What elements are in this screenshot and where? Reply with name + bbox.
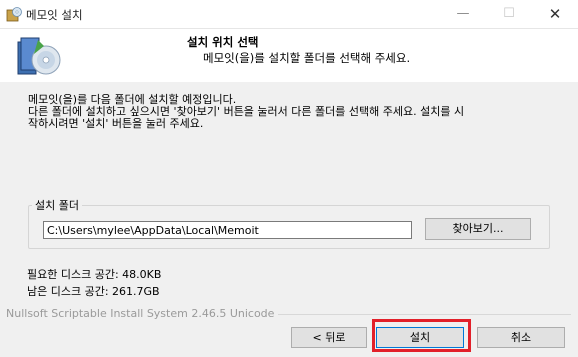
cancel-button[interactable]: 취소 [477, 327, 565, 348]
install-folder-label: 설치 폴더 [32, 197, 82, 213]
header-panel: 설치 위치 선택 메모잇(을)를 설치할 폴더를 선택해 주세요. [0, 29, 578, 82]
close-button[interactable]: ✕ [532, 0, 578, 28]
installer-box-icon [6, 7, 22, 22]
browse-button[interactable]: 찾아보기... [425, 218, 531, 240]
maximize-button[interactable]: ☐ [486, 0, 532, 28]
nsis-branding: Nullsoft Scriptable Install System 2.46.… [6, 307, 279, 320]
window-title: 메모잇 설치 [26, 8, 83, 22]
intro-text: 메모잇(을)를 다음 폴더에 설치할 예정입니다. 다른 폴더에 설치하고 싶으… [28, 94, 563, 130]
intro-line: 작하시려면 '설치' 버튼을 눌러 주세요. [28, 117, 204, 130]
page-title: 설치 위치 선택 [187, 35, 259, 49]
installer-window: 메모잇 설치 — ☐ ✕ 설치 위치 선택 메모잇(을)를 설치할 폴더를 선택… [0, 0, 578, 357]
install-path-input[interactable] [43, 221, 412, 239]
page-subtitle: 메모잇(을)를 설치할 폴더를 선택해 주세요. [203, 51, 411, 65]
back-button[interactable]: < 뒤로 [291, 327, 367, 348]
available-space-text: 남은 디스크 공간: 261.7GB [27, 285, 160, 298]
title-bar[interactable]: 메모잇 설치 — ☐ ✕ [0, 0, 578, 29]
install-button[interactable]: 설치 [376, 327, 464, 348]
minimize-button[interactable]: — [440, 0, 486, 28]
required-space-text: 필요한 디스크 공간: 48.0KB [27, 268, 162, 281]
header-divider [0, 81, 578, 82]
installer-cd-box-icon [17, 37, 61, 75]
